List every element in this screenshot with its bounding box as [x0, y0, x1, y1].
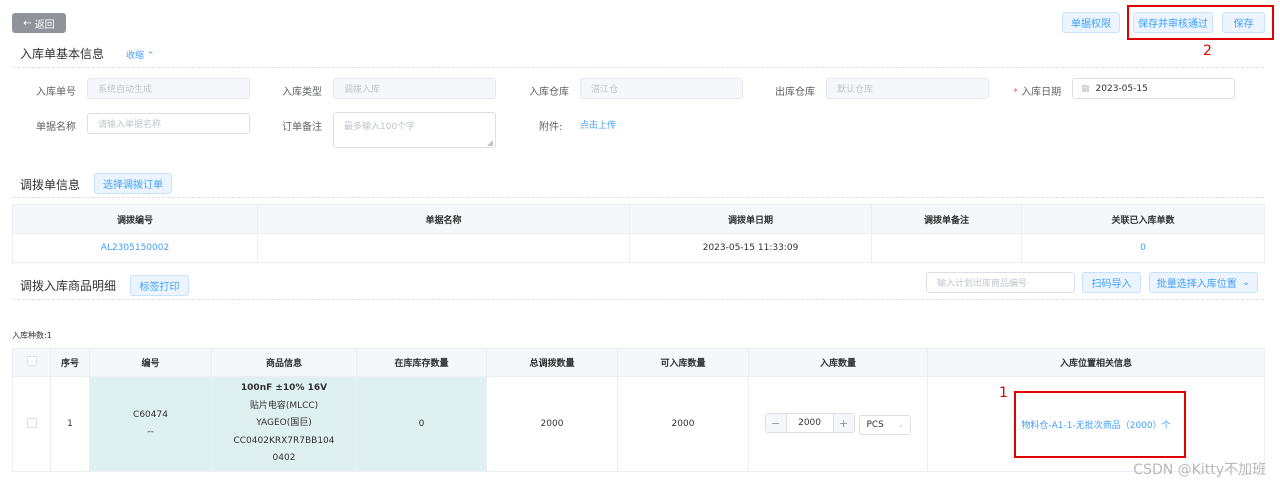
transfer-code-link[interactable]: AL2305150002 — [12, 233, 258, 263]
available-qty-cell: 2000 — [617, 376, 749, 472]
arrow-left-icon: ← — [23, 17, 32, 29]
chevron-up-icon: ⌃ — [146, 51, 155, 61]
section-title-basic: 入库单基本信息 — [20, 47, 105, 61]
back-button[interactable]: ← 返回 — [12, 13, 66, 33]
collapse-toggle[interactable]: 收缩 ⌃ — [126, 48, 154, 61]
quantity-stepper[interactable]: − 2000 + — [764, 413, 855, 434]
annotation-number-1: 1 — [999, 385, 1008, 401]
date-label: * 入库日期 — [1013, 87, 1062, 98]
required-mark: * — [1013, 87, 1018, 98]
column-header: 入库数量 — [748, 348, 928, 377]
column-header: 商品信息 — [211, 348, 357, 377]
column-header: 序号 — [50, 348, 90, 377]
table-row: AL2305150002 2023-05-15 11:33:09 0 — [12, 233, 1265, 263]
section-divider — [12, 67, 1264, 68]
linked-count-link[interactable]: 0 — [1021, 233, 1265, 263]
warehouse-input[interactable]: 湛江仓 — [580, 78, 743, 99]
date-input[interactable]: ▦ 2023-05-15 — [1072, 78, 1235, 99]
doc-name-input[interactable]: 请输入单据名称 — [87, 113, 250, 134]
section-divider — [12, 299, 1264, 300]
product-code-search-input[interactable]: 输入计划出库商品编号 — [926, 272, 1075, 293]
product-code-cell: C60474 -- — [89, 376, 212, 472]
product-category: 贴片电容(MLCC) — [249, 400, 319, 411]
remark-label: 订单备注 — [282, 122, 322, 133]
row-checkbox[interactable] — [26, 417, 37, 428]
annotation-box-2 — [1127, 5, 1274, 40]
product-part-number: CC0402KRX7R7BB104 — [233, 435, 335, 446]
column-header: 编号 — [89, 348, 212, 377]
column-header: 调拨单备注 — [871, 204, 1022, 234]
column-header: 入库位置相关信息 — [927, 348, 1265, 377]
section-title-transfer: 调拨单信息 — [20, 178, 81, 192]
section-divider — [12, 197, 1264, 198]
product-info-cell: 100nF ±10% 16V 贴片电容(MLCC) YAGEO(国巨) CC04… — [211, 376, 357, 472]
product-brand: YAGEO(国巨) — [256, 418, 312, 429]
column-header: 单据名称 — [257, 204, 630, 234]
attachment-label: 附件: — [539, 122, 563, 133]
doc-name-label: 单据名称 — [36, 122, 76, 133]
transfer-date-cell: 2023-05-15 11:33:09 — [629, 233, 872, 263]
column-header: 在库库存数量 — [356, 348, 487, 377]
chevron-down-icon: ⌄ — [1241, 277, 1251, 288]
product-package: 0402 — [272, 453, 296, 464]
type-input[interactable]: 调拨入库 — [333, 78, 496, 99]
resize-handle-icon: ◢ — [486, 138, 493, 147]
transfer-name-cell — [257, 233, 630, 263]
annotation-number-2: 2 — [1203, 43, 1212, 59]
decrement-button[interactable]: − — [765, 414, 786, 433]
order-no-input[interactable]: 系统自动生成 — [87, 78, 250, 99]
product-code-sub: -- — [147, 427, 154, 437]
label-print-button[interactable]: 标签打印 — [130, 275, 189, 296]
type-label: 入库类型 — [282, 87, 322, 98]
watermark: CSDN @Kitty不加班 — [1133, 462, 1266, 478]
scan-import-button[interactable]: 扫码导入 — [1082, 272, 1141, 293]
kinds-count: 入库种数:1 — [12, 331, 52, 340]
column-header: 关联已入库单数 — [1021, 204, 1265, 234]
doc-permission-button[interactable]: 单据权限 — [1062, 12, 1120, 33]
column-header: 可入库数量 — [617, 348, 749, 377]
increment-button[interactable]: + — [833, 414, 854, 433]
annotation-box-1 — [1014, 391, 1186, 458]
column-header: 总调拨数量 — [486, 348, 618, 377]
out-warehouse-input[interactable]: 默认仓库 — [826, 78, 989, 99]
select-all-cell[interactable] — [12, 348, 51, 377]
remark-textarea[interactable]: 最多输入100个字 ◢ — [333, 112, 496, 148]
unit-select[interactable]: PCS ⌄ — [859, 414, 912, 435]
transfer-table: 调拨编号 单据名称 调拨单日期 调拨单备注 关联已入库单数 AL23051500… — [12, 204, 1265, 263]
calendar-icon: ▦ — [1081, 83, 1090, 94]
total-transfer-cell: 2000 — [486, 376, 618, 472]
select-all-checkbox[interactable] — [26, 356, 37, 366]
stock-qty-cell: 0 — [356, 376, 487, 472]
batch-location-button[interactable]: 批量选择入库位置 ⌄ — [1149, 272, 1258, 293]
row-select-cell[interactable] — [12, 376, 51, 472]
select-transfer-order-button[interactable]: 选择调拨订单 — [94, 173, 172, 194]
order-no-label: 入库单号 — [36, 87, 76, 98]
transfer-remark-cell — [871, 233, 1022, 263]
product-spec: 100nF ±10% 16V — [240, 383, 328, 394]
quantity-value[interactable]: 2000 — [785, 414, 834, 433]
row-index: 1 — [50, 376, 90, 472]
column-header: 调拨单日期 — [629, 204, 872, 234]
section-title-details: 调拨入库商品明细 — [20, 279, 117, 293]
upload-link[interactable]: 点击上传 — [580, 118, 616, 131]
inbound-qty-cell: − 2000 + PCS ⌄ — [748, 376, 928, 472]
warehouse-label: 入库仓库 — [529, 87, 569, 98]
out-warehouse-label: 出库仓库 — [775, 87, 815, 98]
column-header: 调拨编号 — [12, 204, 258, 234]
chevron-down-icon: ⌄ — [896, 419, 905, 430]
product-code: C60474 — [133, 410, 168, 420]
